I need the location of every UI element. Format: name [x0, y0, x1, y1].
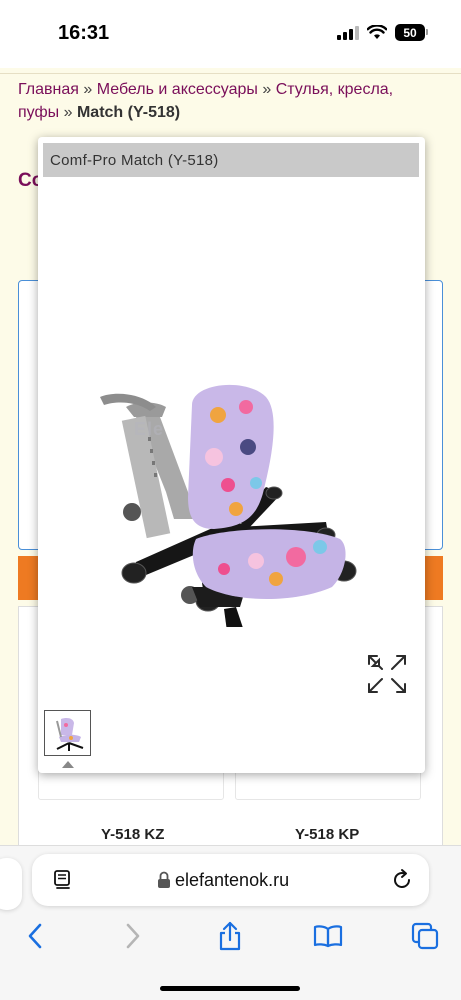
bookmarks-icon [313, 925, 343, 948]
chair-image[interactable] [96, 257, 366, 627]
breadcrumb-separator: » [83, 81, 93, 98]
watermark: Ele [134, 419, 165, 439]
browser-bar: elefantenok.ru [0, 845, 461, 1000]
breadcrumb-furniture-link[interactable]: Мебель и аксессуары [97, 81, 258, 98]
forward-icon [126, 923, 140, 949]
signal-icon [337, 25, 359, 40]
url-text: elefantenok.ru [175, 870, 290, 890]
thumbnail-indicator-icon [62, 761, 74, 768]
product-card-label[interactable]: Y-518 KZ [101, 826, 164, 843]
previous-tab-edge[interactable] [0, 858, 22, 910]
status-icons: 50 [337, 24, 428, 41]
back-button[interactable] [20, 921, 50, 951]
lock-icon [158, 871, 170, 888]
popup-title: Comf-Pro Match (Y-518) [50, 152, 219, 169]
wifi-icon [367, 25, 387, 39]
status-time: 16:31 [58, 22, 110, 44]
back-icon [28, 923, 42, 949]
breadcrumb-separator: » [262, 81, 272, 98]
home-indicator[interactable] [160, 986, 300, 991]
breadcrumb-current: Match (Y-518) [76, 104, 181, 121]
address-bar[interactable]: elefantenok.ru [32, 854, 429, 906]
popup-titlebar: Comf-Pro Match (Y-518) [43, 143, 419, 177]
tabs-button[interactable] [410, 921, 440, 951]
forward-button[interactable] [118, 921, 148, 951]
reload-icon[interactable] [390, 868, 414, 892]
breadcrumb-separator: » [63, 104, 73, 121]
share-icon [219, 921, 241, 951]
breadcrumb-home-link[interactable]: Главная [18, 81, 79, 98]
bookmarks-button[interactable] [313, 921, 343, 951]
battery-icon: 50 [395, 24, 428, 41]
status-bar: 16:31 50 [0, 0, 461, 68]
reader-icon[interactable] [52, 869, 74, 891]
share-button[interactable] [215, 921, 245, 951]
product-card-label[interactable]: Y-518 KP [295, 826, 359, 843]
page-top-strip [0, 68, 461, 74]
breadcrumb: Главная » Мебель и аксессуары » Стулья, … [18, 78, 438, 124]
expand-icon[interactable] [365, 652, 409, 696]
thumbnail-image[interactable] [44, 710, 91, 756]
tabs-icon [411, 922, 439, 950]
image-popup: Comf-Pro Match (Y-518) Ele [38, 137, 425, 773]
